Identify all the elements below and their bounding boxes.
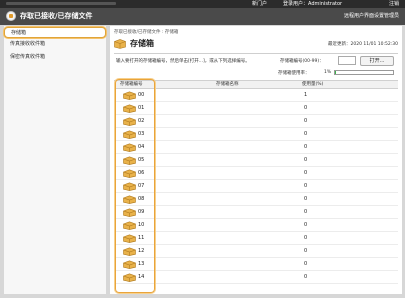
table-row[interactable]: 08 0 [114, 193, 398, 206]
box-number-link[interactable]: 08 [138, 193, 144, 206]
bottom-edge [110, 294, 402, 298]
box-usage: 0 [304, 248, 308, 254]
table-row[interactable]: 06 0 [114, 167, 398, 180]
storage-box-icon[interactable] [123, 143, 136, 152]
storage-box-icon [114, 39, 126, 49]
portal-link[interactable]: 新门户 [252, 1, 267, 7]
open-button[interactable]: 打开... [360, 56, 394, 66]
sidebar-item-storage-box[interactable]: 存储箱 [4, 27, 106, 38]
box-usage: 0 [304, 235, 308, 241]
box-number-link[interactable]: 05 [138, 154, 144, 167]
title-bar: 存取已接收/已存储文件 远程用户界面设置管理员 [0, 8, 405, 25]
box-number-link[interactable]: 12 [138, 245, 144, 258]
box-usage: 0 [304, 131, 308, 137]
sidebar-item-label: 保密传真收件箱 [10, 54, 46, 60]
sidebar-item-label: 存储箱 [11, 30, 27, 36]
box-number-link[interactable]: 09 [138, 206, 144, 219]
top-bar: 新门户 登录用户：Administrator 注销 [0, 0, 405, 8]
box-number-link[interactable]: 02 [138, 115, 144, 128]
box-number-link[interactable]: 06 [138, 167, 144, 180]
box-number-link[interactable]: 03 [138, 128, 144, 141]
main-panel: 存取已接收/已存储文件 : 存储箱 存储箱 最近更新：2020 11/01 10… [110, 26, 402, 294]
storage-box-icon[interactable] [123, 195, 136, 204]
table-row[interactable]: 01 0 [114, 102, 398, 115]
box-usage: 0 [304, 222, 308, 228]
sidebar-item-confidential-fax-inbox[interactable]: 保密传真收件箱 [4, 52, 106, 63]
usage-label: 存储箱使用率： [278, 71, 310, 76]
usage-bar [334, 70, 394, 75]
box-number-link[interactable]: 00 [138, 89, 144, 102]
usage-bar-fill [335, 71, 336, 74]
app-logo-icon [6, 11, 16, 21]
storage-box-icon[interactable] [123, 247, 136, 256]
storage-box-icon[interactable] [123, 156, 136, 165]
box-number-link[interactable]: 01 [138, 102, 144, 115]
table-row[interactable]: 13 0 [114, 258, 398, 271]
login-user: 登录用户：Administrator [283, 1, 343, 7]
page-title: 存储箱 [130, 39, 154, 48]
box-usage: 0 [304, 157, 308, 163]
table-row[interactable]: 14 0 [114, 271, 398, 284]
box-usage: 0 [304, 274, 308, 280]
box-usage: 0 [304, 118, 308, 124]
box-usage: 0 [304, 261, 308, 267]
box-usage: 0 [304, 105, 308, 111]
storage-box-icon[interactable] [123, 104, 136, 113]
box-number-link[interactable]: 14 [138, 271, 144, 284]
table-row[interactable]: 04 0 [114, 141, 398, 154]
box-usage: 1 [304, 92, 308, 98]
box-number-input[interactable] [338, 56, 356, 65]
box-number-link[interactable]: 13 [138, 258, 144, 271]
top-bar-decoration [6, 2, 116, 5]
table-row[interactable]: 07 0 [114, 180, 398, 193]
table-row[interactable]: 12 0 [114, 245, 398, 258]
breadcrumb: 存取已接收/已存储文件 : 存储箱 [114, 30, 179, 35]
instruction-text: 输入要打开的存储箱编号，然后单击[打开...]，或从下列选择编号。 [116, 59, 250, 64]
storage-box-icon[interactable] [123, 169, 136, 178]
table-row[interactable]: 05 0 [114, 154, 398, 167]
storage-box-icon[interactable] [123, 234, 136, 243]
screen: 新门户 登录用户：Administrator 注销 存取已接收/已存储文件 远程… [0, 0, 405, 298]
sidebar: 存储箱 传真接收收件箱 保密传真收件箱 [4, 26, 106, 294]
usage-value: 1% [324, 70, 332, 75]
table-row[interactable]: 02 0 [114, 115, 398, 128]
table-row[interactable]: 10 0 [114, 219, 398, 232]
storage-box-icon[interactable] [123, 182, 136, 191]
box-number-link[interactable]: 10 [138, 219, 144, 232]
sidebar-item-label: 传真接收收件箱 [10, 41, 46, 47]
box-number-link[interactable]: 11 [138, 232, 144, 245]
box-number-label: 存储箱编号(00-99)： [280, 59, 324, 64]
box-number-link[interactable]: 04 [138, 141, 144, 154]
sidebar-item-fax-inbox[interactable]: 传真接收收件箱 [4, 39, 106, 50]
box-usage: 0 [304, 209, 308, 215]
table-header: 存储箱编号 存储箱名称 使用量(%) [114, 80, 398, 89]
storage-box-icon[interactable] [123, 260, 136, 269]
box-usage: 0 [304, 170, 308, 176]
storage-box-icon[interactable] [123, 221, 136, 230]
box-usage: 0 [304, 196, 308, 202]
box-number-link[interactable]: 07 [138, 180, 144, 193]
storage-box-icon[interactable] [123, 208, 136, 217]
storage-box-icon[interactable] [123, 91, 136, 100]
table-row[interactable]: 11 0 [114, 232, 398, 245]
storage-box-icon[interactable] [123, 117, 136, 126]
table-row[interactable]: 00 1 [114, 89, 398, 102]
storage-box-icon[interactable] [123, 130, 136, 139]
storage-box-icon[interactable] [123, 273, 136, 282]
divider [114, 53, 398, 54]
column-header-usage: 使用量(%) [302, 82, 324, 87]
logout-link[interactable]: 注销 [389, 1, 399, 7]
app-title: 存取已接收/已存储文件 [20, 12, 93, 20]
column-header-box-number[interactable]: 存储箱编号 [120, 81, 143, 89]
login-info: 远程用户界面设置管理员 [343, 13, 399, 19]
table-row[interactable]: 09 0 [114, 206, 398, 219]
box-usage: 0 [304, 183, 308, 189]
column-header-box-name: 存储箱名称 [216, 82, 239, 87]
last-update: 最近更新：2020 11/01 10:52:30 [328, 42, 398, 47]
table-row[interactable]: 03 0 [114, 128, 398, 141]
box-usage: 0 [304, 144, 308, 150]
